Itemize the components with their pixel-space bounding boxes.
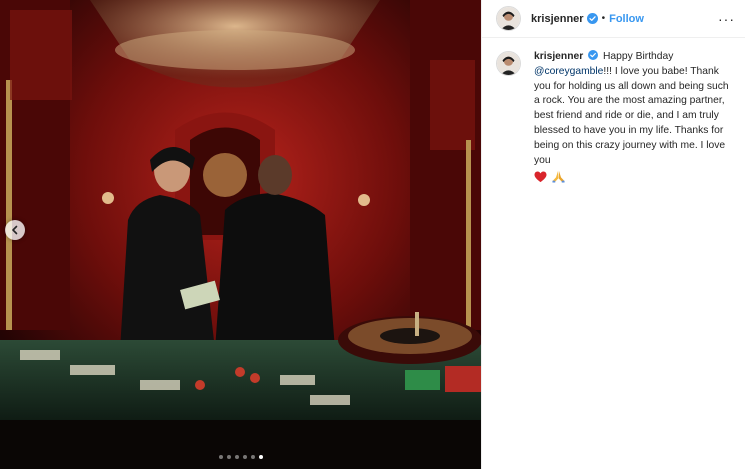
carousel-dot bbox=[242, 455, 247, 459]
post-photo bbox=[0, 0, 481, 469]
avatar[interactable] bbox=[496, 6, 521, 31]
avatar-image bbox=[497, 52, 520, 75]
post-media[interactable] bbox=[0, 0, 481, 469]
caption-text: krisjenner Happy Birthday @coreygamble!!… bbox=[534, 50, 734, 184]
carousel-dot bbox=[250, 455, 255, 459]
more-options-icon[interactable]: ··· bbox=[718, 11, 735, 27]
folded-hands-icon bbox=[552, 170, 565, 183]
verified-badge-icon bbox=[586, 13, 598, 24]
post-header: krisjenner • Follow ··· bbox=[482, 0, 745, 38]
carousel-dot bbox=[226, 455, 231, 459]
username-link[interactable]: krisjenner bbox=[531, 13, 584, 25]
avatar-image bbox=[497, 7, 520, 30]
caption-avatar[interactable] bbox=[496, 51, 521, 76]
separator-dot: • bbox=[601, 13, 606, 24]
caption-greeting: Happy Birthday bbox=[602, 51, 674, 62]
carousel-dot bbox=[218, 455, 223, 459]
mention-link[interactable]: @coreygamble bbox=[534, 66, 603, 77]
post-side-panel: krisjenner • Follow ··· krisjenner Happy… bbox=[481, 0, 745, 469]
chevron-left-icon bbox=[12, 225, 18, 235]
caption: krisjenner Happy Birthday @coreygamble!!… bbox=[482, 38, 745, 184]
carousel-dot bbox=[234, 455, 239, 459]
carousel-previous-button[interactable] bbox=[5, 220, 25, 240]
red-heart-icon bbox=[534, 171, 547, 183]
verified-badge-icon bbox=[588, 50, 599, 60]
carousel-dot bbox=[258, 455, 263, 459]
caption-message: !!! I love you babe! Thank you for holdi… bbox=[534, 65, 729, 166]
carousel-indicator bbox=[0, 455, 481, 459]
follow-button[interactable]: Follow bbox=[609, 13, 644, 25]
caption-username-link[interactable]: krisjenner bbox=[534, 51, 583, 62]
